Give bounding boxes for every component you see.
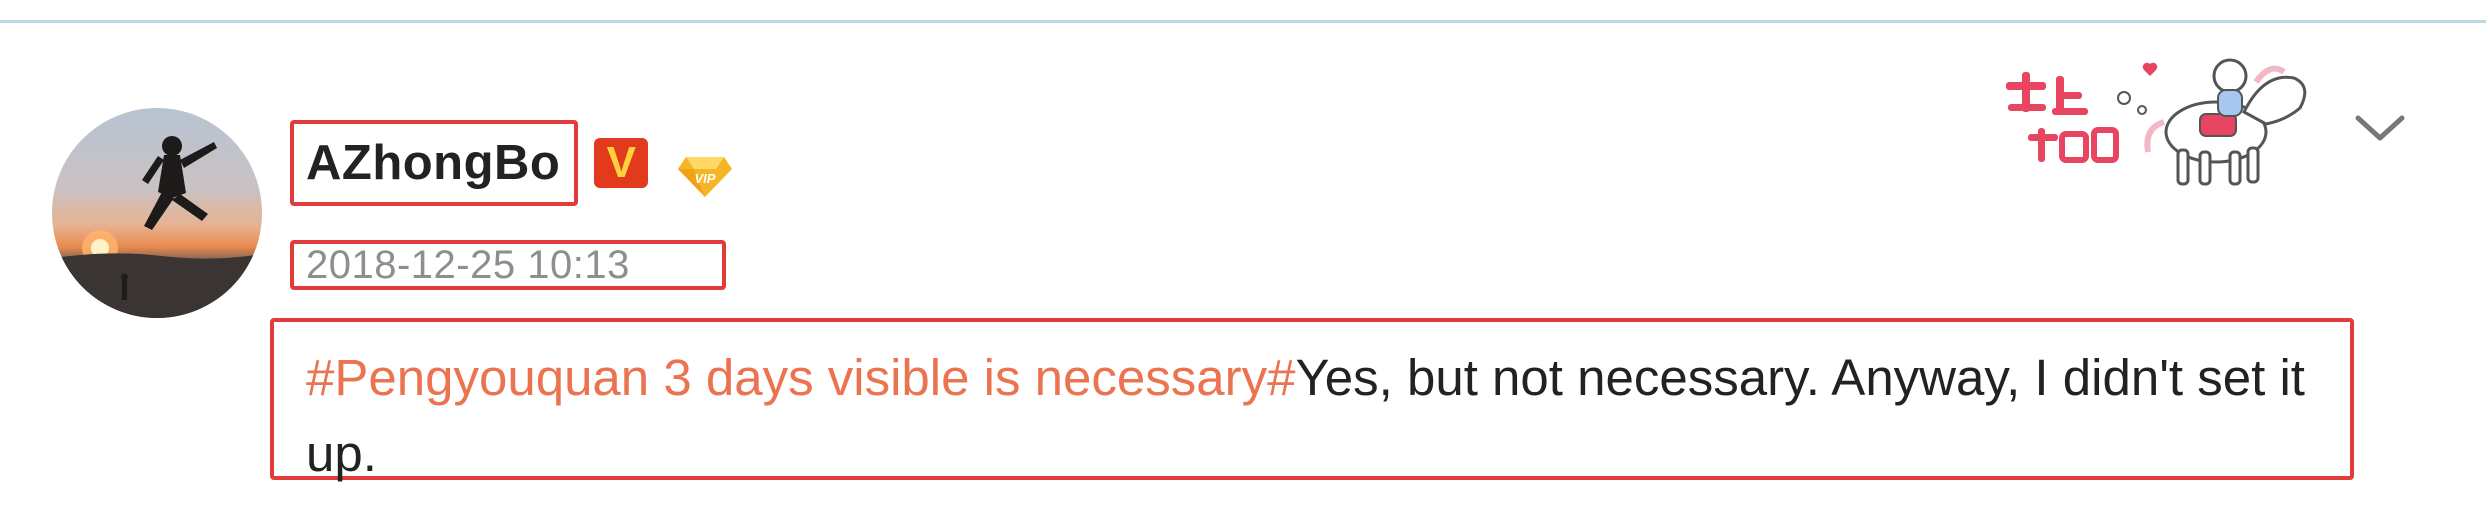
svg-text:VIP: VIP [695,171,716,186]
timestamp[interactable]: 2018-12-25 10:13 [306,243,630,288]
username[interactable]: AZhongBo [306,135,560,191]
avatar[interactable] [52,108,262,318]
post-content: #Pengyouquan 3 days visible is necessary… [306,340,2322,492]
post-content-highlight: #Pengyouquan 3 days visible is necessary… [270,318,2354,482]
timestamp-highlight: 2018-12-25 10:13 [290,240,726,290]
verified-badge-icon: V [594,138,649,188]
avatar-image [52,136,262,318]
username-highlight: AZhongBo [290,120,579,206]
weibo-post-card: AZhongBo V VIP 2018-12-25 10:13 #Pengyou… [0,0,2486,509]
user-row: AZhongBo V VIP [290,108,734,218]
vip-diamond-icon: VIP [678,157,733,197]
hashtag-link[interactable]: #Pengyouquan 3 days visible is necessary… [306,349,1295,406]
chevron-down-icon[interactable] [2350,108,2410,148]
horse-sticker-icon [2006,58,2307,186]
